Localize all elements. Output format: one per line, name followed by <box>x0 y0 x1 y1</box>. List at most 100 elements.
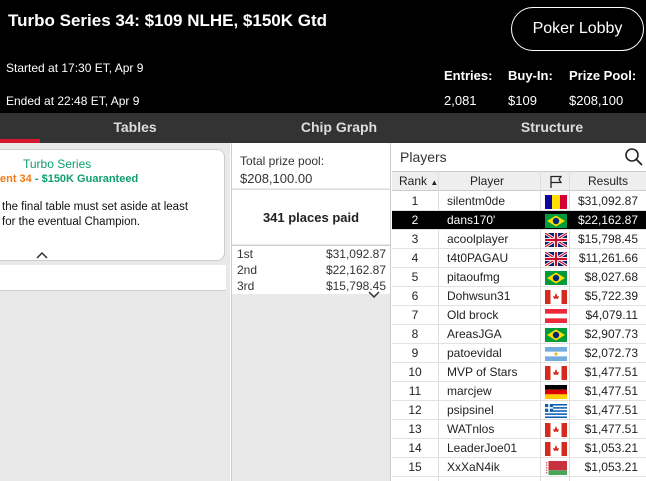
player-rank: 3 <box>411 232 419 246</box>
player-result: $22,162.87 <box>577 213 638 227</box>
player-rank: 4 <box>411 251 419 265</box>
andorra-flag-icon <box>545 195 567 209</box>
buyin-value: $109 <box>508 93 537 108</box>
payout-list: 1st $31,092.87 2nd $22,162.87 3rd $15,79… <box>232 245 390 294</box>
canada-flag-icon <box>545 442 567 456</box>
player-result: $2,907.73 <box>584 327 638 341</box>
player-name: t4t0PAGAU <box>447 251 509 265</box>
player-rank: 11 <box>408 384 422 398</box>
player-rank: 2 <box>411 213 419 227</box>
austria-flag-icon <box>545 309 567 323</box>
chevron-up-icon[interactable] <box>36 250 48 262</box>
player-rank: 12 <box>408 403 422 417</box>
rank-header[interactable]: Rank ▲ <box>399 172 438 191</box>
places-paid-box: 341 places paid <box>232 189 390 244</box>
player-row[interactable]: 2 dans170' $22,162.87 <box>392 211 646 230</box>
player-rank: 1 <box>411 194 419 208</box>
argentina-flag-icon <box>545 347 567 361</box>
info-card-footer <box>0 265 226 291</box>
description-line: for the eventual Champion. <box>2 216 141 228</box>
event-name: ent 34 <box>0 173 32 185</box>
players-table-header: Rank ▲ Player Results <box>392 171 646 191</box>
player-result: $1,477.51 <box>584 365 638 379</box>
player-row[interactable]: 7 Old brock $4,079.11 <box>392 306 646 325</box>
tab-structure[interactable]: Structure <box>482 113 622 143</box>
player-rank: 10 <box>408 365 422 379</box>
player-result: $2,072.73 <box>584 346 638 360</box>
tab-chip-graph[interactable]: Chip Graph <box>269 113 409 143</box>
players-table-body: 1 silentm0de $31,092.87 2 dans170' $22,162.87… <box>392 192 646 477</box>
tournament-header: Turbo Series 34: $109 NLHE, $150K Gtd Po… <box>0 0 646 113</box>
player-result: $31,092.87 <box>577 194 638 208</box>
player-rank: 15 <box>408 460 422 474</box>
entries-value: 2,081 <box>444 93 477 108</box>
player-row[interactable]: 3 acoolplayer $15,798.45 <box>392 230 646 249</box>
player-row[interactable]: 8 AreasJGA $2,907.73 <box>392 325 646 344</box>
payout-place: 3rd <box>237 279 255 293</box>
belarus-flag-icon <box>545 461 567 475</box>
description-line: the final table must set aside at least <box>2 201 189 213</box>
player-row[interactable]: 11 marcjew $1,477.51 <box>392 382 646 401</box>
payout-row: 3rd $15,798.45 <box>232 278 390 294</box>
players-header: Players <box>392 143 646 171</box>
places-paid-text: 341 places paid <box>262 210 360 225</box>
player-result: $1,477.51 <box>584 422 638 436</box>
event-description: the final table must set aside at least … <box>2 200 222 230</box>
tournament-info-panel: Turbo Series ent 34 - $150K Guaranteed t… <box>0 143 230 481</box>
player-result: $15,798.45 <box>577 232 638 246</box>
player-row[interactable]: 13 WATnlos $1,477.51 <box>392 420 646 439</box>
payout-row: 1st $31,092.87 <box>232 246 390 262</box>
uk-flag-icon <box>545 252 567 266</box>
player-rank: 8 <box>411 327 419 341</box>
player-row[interactable]: 10 MVP of Stars $1,477.51 <box>392 363 646 382</box>
player-name: pitaoufmg <box>447 270 500 284</box>
total-prize-pool-label: Total prize pool: <box>240 154 325 168</box>
player-result: $1,053.21 <box>584 460 638 474</box>
player-rank: 9 <box>411 346 419 360</box>
player-row[interactable]: 14 LeaderJoe01 $1,053.21 <box>392 439 646 458</box>
player-name: AreasJGA <box>447 327 502 341</box>
player-row[interactable]: 1 silentm0de $31,092.87 <box>392 192 646 211</box>
brazil-flag-icon <box>545 214 567 228</box>
player-row[interactable]: 6 Dohwsun31 $5,722.39 <box>392 287 646 306</box>
tab-bar: Tables Chip Graph Structure <box>0 113 646 143</box>
players-panel: Players Rank ▲ Player Results 1 silentm0d… <box>392 143 646 481</box>
guarantee-text: $150K Guaranteed <box>41 173 139 185</box>
player-header[interactable]: Player <box>470 172 504 191</box>
player-result: $8,027.68 <box>584 270 638 284</box>
poker-lobby-button[interactable]: Poker Lobby <box>511 7 644 51</box>
player-result: $1,477.51 <box>584 403 638 417</box>
chevron-down-icon[interactable] <box>368 291 380 302</box>
rank-header-label: Rank <box>399 174 428 188</box>
canada-flag-icon <box>545 290 567 304</box>
brazil-flag-icon <box>545 271 567 285</box>
player-rank: 13 <box>408 422 422 436</box>
payout-row: 2nd $22,162.87 <box>232 262 390 278</box>
player-result: $1,477.51 <box>584 384 638 398</box>
players-title: Players <box>400 149 447 165</box>
player-row[interactable]: 9 patoevidal $2,072.73 <box>392 344 646 363</box>
prize-pool-stat: Prize Pool: $208,100 <box>569 68 636 108</box>
payout-amount: $31,092.87 <box>325 247 386 261</box>
tournament-title: Turbo Series 34: $109 NLHE, $150K Gtd <box>8 11 328 30</box>
results-header[interactable]: Results <box>588 172 628 191</box>
payout-place: 1st <box>237 247 254 261</box>
player-row[interactable]: 15 XxXaN4ik $1,053.21 <box>392 458 646 477</box>
buyin-label: Buy-In: <box>508 68 553 83</box>
info-card: Turbo Series ent 34 - $150K Guaranteed t… <box>0 149 225 261</box>
player-rank: 6 <box>411 289 419 303</box>
prize-panel: Total prize pool: $208,100.00 341 places… <box>231 143 391 481</box>
prize-pool-box: Total prize pool: $208,100.00 <box>232 143 390 188</box>
prize-pool-label: Prize Pool: <box>569 68 637 83</box>
player-row[interactable]: 4 t4t0PAGAU $11,261.66 <box>392 249 646 268</box>
uk-flag-icon <box>545 233 567 247</box>
search-icon[interactable] <box>624 147 644 167</box>
player-result: $1,053.21 <box>584 441 638 455</box>
player-row[interactable]: 5 pitaoufmg $8,027.68 <box>392 268 646 287</box>
player-row[interactable]: 12 psipsinel $1,477.51 <box>392 401 646 420</box>
tab-tables[interactable]: Tables <box>70 113 200 143</box>
series-name: Turbo Series <box>23 157 92 171</box>
player-name: acoolplayer <box>447 232 509 246</box>
player-name: LeaderJoe01 <box>447 441 518 455</box>
player-rank: 5 <box>411 270 419 284</box>
